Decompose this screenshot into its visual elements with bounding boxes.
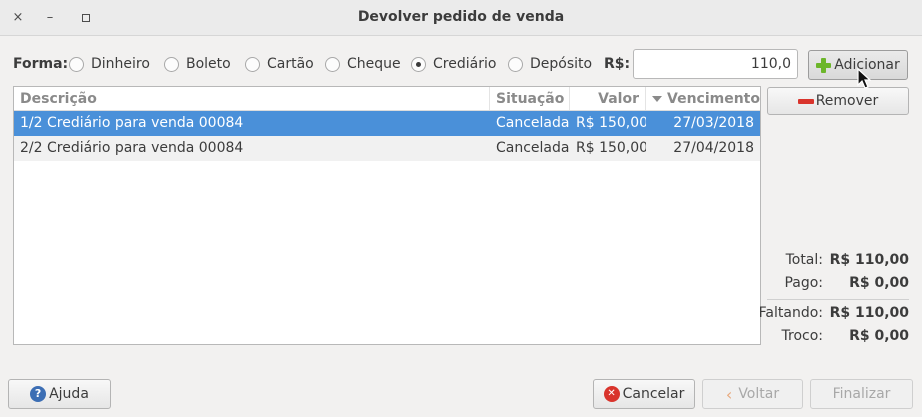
radio-label: Cartão xyxy=(267,56,314,72)
troco-label: Troco: xyxy=(781,328,824,344)
mouse-cursor-icon xyxy=(857,68,871,89)
cell-vencimento: 27/04/2018 xyxy=(673,140,754,156)
plus-icon xyxy=(816,57,832,73)
help-button[interactable]: ? Ajuda xyxy=(8,379,111,409)
radio-label: Cheque xyxy=(347,56,401,72)
finish-button[interactable]: Finalizar xyxy=(810,379,913,409)
radio-circle xyxy=(245,56,260,72)
radio-circle xyxy=(325,56,340,72)
cell-vencimento: 27/03/2018 xyxy=(673,115,754,131)
column-header-situacao[interactable]: Situação xyxy=(490,87,570,110)
help-icon: ? xyxy=(30,386,47,402)
remove-button-label: Remover xyxy=(815,93,879,109)
cell-valor: R$ 150,00 xyxy=(576,115,646,131)
cell-situacao: Cancelada xyxy=(496,140,570,156)
radio-crediario[interactable]: Crediário xyxy=(411,55,496,73)
column-header-vencimento[interactable]: Vencimento xyxy=(646,87,760,110)
pago-row: Pago: R$ 0,00 xyxy=(764,275,909,295)
totals-separator xyxy=(767,299,909,300)
remove-button[interactable]: Remover xyxy=(767,87,909,115)
help-button-label: Ajuda xyxy=(49,386,89,402)
column-header-label: Vencimento xyxy=(667,91,760,107)
cancel-icon: ✕ xyxy=(603,386,620,402)
cancel-button-label: Cancelar xyxy=(622,386,685,402)
radio-boleto[interactable]: Boleto xyxy=(164,55,231,73)
faltando-label: Faltando: xyxy=(758,305,823,321)
column-header-descricao[interactable]: Descrição xyxy=(14,87,490,110)
cell-situacao: Cancelada xyxy=(496,115,570,131)
table-row[interactable]: 1/2 Crediário para venda 00084 Cancelada… xyxy=(14,111,760,136)
radio-cartao[interactable]: Cartão xyxy=(245,55,314,73)
amount-input[interactable]: 110,0 xyxy=(633,49,798,79)
table-header: Descrição Situação Valor Vencimento xyxy=(14,87,760,111)
troco-value: R$ 0,00 xyxy=(849,328,909,344)
pago-value: R$ 0,00 xyxy=(849,275,909,291)
radio-cheque[interactable]: Cheque xyxy=(325,55,401,73)
total-value: R$ 110,00 xyxy=(829,252,909,268)
minus-icon xyxy=(797,98,814,104)
cell-descricao: 2/2 Crediário para venda 00084 xyxy=(20,140,244,156)
radio-label: Boleto xyxy=(186,56,231,72)
pago-label: Pago: xyxy=(784,275,823,291)
radio-label: Depósito xyxy=(530,56,593,72)
cell-valor: R$ 150,00 xyxy=(576,140,646,156)
radio-circle xyxy=(69,56,84,72)
faltando-row: Faltando: R$ 110,00 xyxy=(759,305,909,325)
sort-desc-icon xyxy=(652,96,662,102)
back-button-label: Voltar xyxy=(738,386,780,402)
window-title: Devolver pedido de venda xyxy=(357,9,565,25)
radio-label: Crediário xyxy=(433,56,497,72)
currency-label: R$: xyxy=(604,56,631,72)
radio-label: Dinheiro xyxy=(91,56,150,72)
radio-dinheiro[interactable]: Dinheiro xyxy=(69,55,150,73)
radio-circle-checked xyxy=(411,56,426,72)
cell-descricao: 1/2 Crediário para venda 00084 xyxy=(20,115,244,131)
back-button[interactable]: ‹ Voltar xyxy=(702,379,803,409)
total-row: Total: R$ 110,00 xyxy=(764,252,909,272)
table-row[interactable]: 2/2 Crediário para venda 00084 Cancelada… xyxy=(14,136,760,161)
total-label: Total: xyxy=(785,252,823,268)
radio-circle xyxy=(508,56,523,72)
faltando-value: R$ 110,00 xyxy=(829,305,909,321)
finish-button-label: Finalizar xyxy=(832,386,891,402)
title-bar: × – Devolver pedido de venda xyxy=(0,0,922,36)
forma-label: Forma: xyxy=(13,56,69,72)
radio-circle xyxy=(164,56,179,72)
cancel-button[interactable]: ✕ Cancelar xyxy=(593,379,695,409)
column-header-valor[interactable]: Valor xyxy=(570,87,646,110)
chevron-left-icon: ‹ xyxy=(725,384,733,404)
radio-deposito[interactable]: Depósito xyxy=(508,55,592,73)
troco-row: Troco: R$ 0,00 xyxy=(764,328,910,348)
payments-table: Descrição Situação Valor Vencimento 1/2 … xyxy=(13,86,761,345)
